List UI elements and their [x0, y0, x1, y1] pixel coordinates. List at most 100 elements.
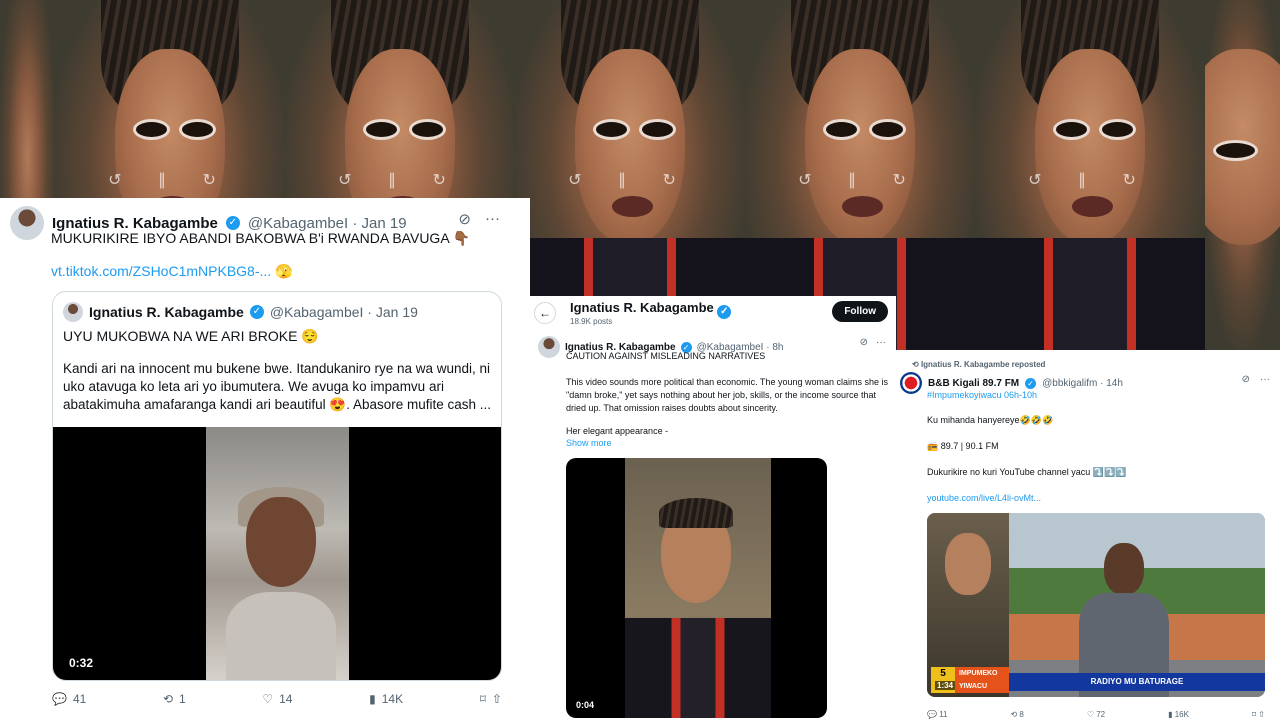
playback-controls[interactable]: ↺ ∥ ↻ — [108, 170, 232, 190]
more-icon[interactable]: ··· — [1260, 374, 1270, 385]
views-button[interactable]: ▮ 14K — [369, 692, 403, 706]
collage: ↺ ∥ ↻ ↺ ∥ ↻ ↺ ∥ ↻ ↺ ∥ ↻ ↺ ∥ ↻ Ignatius R… — [0, 0, 1280, 720]
quote-line1: UYU MUKOBWA NA WE ARI BROKE 😌 — [63, 328, 319, 344]
tweet-line-2: 📻 89.7 | 90.1 FM — [927, 441, 999, 451]
eye — [179, 119, 216, 140]
playback-controls[interactable]: ↺ ∥ ↻ — [338, 170, 462, 190]
post-count: 18.9K posts — [570, 317, 613, 326]
tweet-header-icons: ⊘ ··· — [1242, 374, 1270, 385]
author-handle[interactable]: @KabagambeI · Jan 19 — [248, 215, 407, 232]
show-more-link[interactable]: Show more — [566, 438, 612, 448]
like-button[interactable]: ♡ 14 — [262, 692, 292, 706]
face — [945, 533, 991, 595]
reply-button[interactable]: 💬 41 — [52, 692, 86, 706]
verified-badge-icon: ✓ — [717, 305, 732, 319]
quote-header: Ignatius R. Kabagambe ✓ @KabagambeI · Ja… — [63, 302, 418, 322]
span: 14K — [381, 692, 404, 706]
video-duration: 0:04 — [576, 700, 595, 710]
lips — [1071, 196, 1113, 217]
playback-controls[interactable]: ↺ ∥ ↻ — [568, 170, 692, 190]
tweet-card-1[interactable]: Ignatius R. Kabagambe ✓ @KabagambeI · Ja… — [0, 198, 530, 720]
reply-button[interactable]: 💬 11 — [927, 710, 948, 719]
repost-indicator: ⟲ Ignatius R. Kabagambe reposted — [912, 360, 1046, 369]
avatar[interactable] — [10, 206, 44, 240]
bookmark-icon[interactable]: ⌑ — [480, 692, 486, 706]
quote-body: Kandi ari na innocent mu bukene bwe. Ita… — [63, 361, 492, 412]
eye — [639, 119, 676, 140]
tweet-link[interactable]: vt.tiktok.com/ZSHoC1mNPKBG8-... 🫣 — [51, 263, 292, 280]
video-frame-6 — [1205, 0, 1280, 350]
author-name[interactable]: Ignatius R. Kabagambe — [52, 215, 218, 232]
share-icon[interactable]: ⇧ — [492, 692, 502, 706]
youtube-link[interactable]: youtube.com/live/L4li-ovMt... — [927, 493, 1041, 503]
grok-icon[interactable]: ⊘ — [1242, 374, 1250, 385]
video-duration: 0:32 — [69, 656, 94, 670]
body — [226, 592, 336, 680]
show-tag: IMPUMEKO YIWACU — [955, 667, 1009, 693]
video-duration: 1:34 — [935, 681, 956, 690]
verified-badge-icon: ✓ — [225, 216, 240, 230]
span: 1 — [179, 692, 186, 706]
verified-badge-icon: ✓ — [1025, 377, 1037, 389]
video-thumbnail — [206, 427, 349, 680]
repost-button[interactable]: ⟲ 8 — [1010, 710, 1023, 719]
span: Ignatius R. Kabagambe — [570, 300, 714, 315]
profile-topbar: ← Ignatius R. Kabagambe ✓ 18.9K posts Fo… — [530, 296, 896, 332]
grok-icon[interactable]: ⊘ — [860, 337, 868, 348]
head — [246, 497, 316, 587]
bb-kigali-logo[interactable] — [900, 372, 922, 394]
eye — [409, 119, 446, 140]
hashtag-line[interactable]: #Impumekoyiwacu 06h-10h — [927, 390, 1037, 400]
span: 16K — [1174, 710, 1189, 719]
tweet-actions: 💬 41 ⟲ 1 ♡ 14 ▮ 14K ⌑ ⇧ — [52, 692, 502, 706]
author-name[interactable]: B&B Kigali 89.7 FM — [928, 378, 1019, 389]
tweet-actions: 💬 11 ⟲ 8 ♡ 72 ▮ 16K ⌑ ⇧ — [927, 710, 1265, 719]
playback-controls[interactable]: ↺ ∥ ↻ — [798, 170, 922, 190]
playback-controls[interactable]: ↺ ∥ ↻ — [1028, 170, 1152, 190]
repost-icon: ⟲ — [162, 692, 174, 706]
tweet-media[interactable]: 5 IMPUMEKO YIWACU RADIYO MU BATURAGE 1:34 — [927, 513, 1265, 697]
like-button[interactable]: ♡ 72 — [1087, 710, 1105, 719]
tweet-card-3[interactable]: ⟲ Ignatius R. Kabagambe reposted B&B Kig… — [896, 350, 1280, 720]
tweet-body: This video sounds more political than ec… — [566, 377, 888, 413]
bookmark-icon[interactable]: ⌑ ⇧ — [1252, 710, 1265, 719]
bookmark-share: ⌑ ⇧ — [480, 692, 502, 706]
eye — [823, 119, 860, 140]
tweet-video[interactable]: 0:04 — [566, 458, 827, 718]
quote-author-name[interactable]: Ignatius R. Kabagambe — [89, 304, 244, 320]
head — [1104, 543, 1144, 595]
eye — [593, 119, 630, 140]
video-frame-5[interactable]: ↺ ∥ ↻ — [975, 0, 1205, 350]
div: YIWACU — [959, 683, 987, 690]
hair — [659, 498, 733, 528]
lips — [841, 196, 883, 217]
eye — [1212, 140, 1258, 161]
avatar[interactable] — [63, 302, 83, 322]
grok-icon[interactable]: ⊘ — [458, 210, 471, 228]
eye — [133, 119, 170, 140]
more-icon[interactable]: ··· — [485, 210, 500, 228]
span: 41 — [72, 692, 87, 706]
views-icon: ▮ — [369, 692, 376, 706]
tweet-line-1: Ku mihanda hanyereye🤣🤣🤣 — [927, 415, 1054, 425]
quote-video[interactable]: 0:32 — [53, 427, 501, 680]
follow-button[interactable]: Follow — [832, 301, 888, 322]
tweet-line-3: Dukurikire no kuri YouTube channel yacu … — [927, 467, 1127, 477]
quote-author-handle[interactable]: @KabagambeI · Jan 19 — [270, 304, 418, 320]
author-handle[interactable]: @bbkigalifm · 14h — [1042, 378, 1123, 389]
heart-icon: ♡ — [262, 692, 274, 706]
verified-badge-icon: ✓ — [249, 305, 264, 319]
jacket — [625, 618, 771, 718]
tweet-card-2[interactable]: ← Ignatius R. Kabagambe ✓ 18.9K posts Fo… — [530, 296, 896, 720]
more-icon[interactable]: ··· — [876, 337, 886, 348]
jacket — [975, 238, 1205, 350]
eye — [1099, 119, 1136, 140]
quoted-tweet[interactable]: Ignatius R. Kabagambe ✓ @KabagambeI · Ja… — [52, 291, 502, 681]
tweet-appearance: Her elegant appearance - — [566, 426, 669, 436]
broadcast-banner: RADIYO MU BATURAGE — [1009, 673, 1265, 691]
repost-button[interactable]: ⟲ 1 — [163, 692, 186, 706]
back-arrow-icon[interactable]: ← — [534, 302, 556, 324]
avatar[interactable] — [538, 336, 560, 358]
views-button[interactable]: ▮ 16K — [1168, 710, 1189, 719]
span: 11 — [939, 710, 948, 719]
